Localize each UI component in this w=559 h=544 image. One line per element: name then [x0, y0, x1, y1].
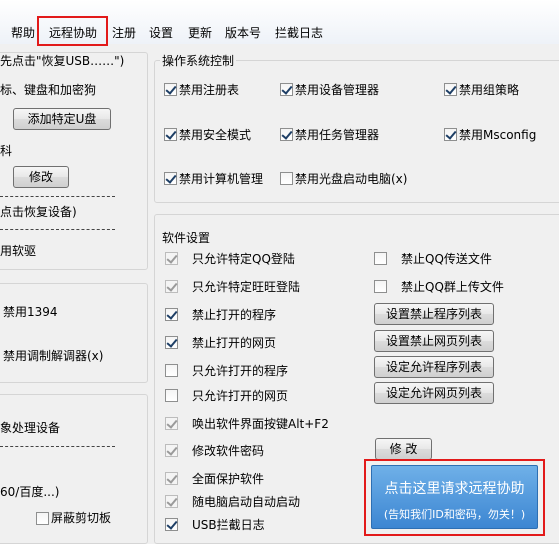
disable-device-manager-checkbox[interactable]: [280, 83, 293, 96]
set-allow-pages-button[interactable]: 设定允许网页列表: [374, 382, 494, 404]
allow-programs-label: 只允许打开的程序: [192, 364, 289, 378]
allow-programs-checkbox[interactable]: [165, 364, 178, 377]
disable-safe-mode-checkbox[interactable]: [164, 128, 177, 141]
soft-drive-text: 用软驱: [0, 244, 37, 258]
os-control-title: 操作系统控制: [160, 52, 237, 69]
block-qq-group-upload-checkbox[interactable]: [374, 280, 387, 293]
block-qq-file-transfer-label: 禁止QQ传送文件: [401, 252, 492, 266]
menu-version[interactable]: 版本号: [224, 24, 262, 42]
menu-register[interactable]: 注册: [111, 24, 137, 42]
autostart-label: 随电脑启动自动启动: [192, 495, 301, 509]
remote-help-title: 点击这里请求远程协助: [384, 481, 525, 497]
disable-registry-checkbox[interactable]: [164, 83, 177, 96]
disable-group-policy-checkbox[interactable]: [444, 83, 457, 96]
disable-task-manager-checkbox[interactable]: [280, 128, 293, 141]
allow-specific-wangwang-checkbox[interactable]: [165, 280, 178, 293]
change-password-checkbox[interactable]: [165, 444, 178, 457]
disable-modem-text: 禁用调制解调器(x): [3, 349, 104, 363]
menu-bar: 帮助 远程协助 注册 设置 更新 版本号 拦截日志: [0, 0, 559, 46]
usb-mouse-keyboard-text: 标、键盘和加密狗: [0, 83, 97, 97]
disable-cd-boot-label: 禁用光盘启动电脑(x): [295, 172, 408, 186]
set-block-pages-button[interactable]: 设置禁止网页列表: [374, 330, 494, 352]
disable-group-policy-label: 禁用组策略: [459, 83, 520, 97]
disable-msconfig-label: 禁用Msconfig: [459, 128, 537, 142]
full-protection-label: 全面保护软件: [192, 472, 265, 486]
block-webpages-checkbox[interactable]: [165, 336, 178, 349]
usb-block-log-checkbox[interactable]: [165, 518, 178, 531]
hotkey-label: 唤出软件界面按键Alt+F2: [192, 417, 329, 431]
menu-block-log[interactable]: 拦截日志: [274, 24, 324, 42]
allow-specific-qq-label: 只允许特定QQ登陆: [192, 252, 295, 266]
separator: [0, 229, 115, 230]
menu-settings[interactable]: 设置: [148, 24, 174, 42]
restore-device-text: 点击恢复设备): [0, 205, 77, 219]
separator: [0, 196, 115, 197]
remote-assist-highlight: [37, 16, 108, 46]
allow-webpages-label: 只允许打开的网页: [192, 389, 289, 403]
block-programs-checkbox[interactable]: [165, 308, 178, 321]
disable-registry-label: 禁用注册表: [179, 83, 240, 97]
set-allow-programs-button[interactable]: 设定允许程序列表: [374, 356, 494, 378]
allow-specific-qq-checkbox[interactable]: [165, 252, 178, 265]
allow-webpages-checkbox[interactable]: [165, 389, 178, 402]
block-programs-label: 禁止打开的程序: [192, 308, 277, 322]
device-panel: [0, 283, 148, 383]
allow-specific-wangwang-label: 只允许特定旺旺登陆: [192, 280, 301, 294]
usb-block-log-label: USB拦截日志: [192, 518, 265, 532]
separator: [0, 446, 115, 447]
menu-help[interactable]: 帮助: [10, 24, 36, 42]
disable-device-manager-label: 禁用设备管理器: [295, 83, 380, 97]
usb-hint-text: 先点击"恢复USB……"): [0, 54, 125, 68]
block-webpages-label: 禁止打开的网页: [192, 336, 277, 350]
material-text: 科: [0, 144, 13, 158]
block-qq-file-transfer-checkbox[interactable]: [374, 252, 387, 265]
disable-1394-text: 禁用1394: [3, 305, 58, 319]
disable-computer-management-checkbox[interactable]: [164, 172, 177, 185]
hotkey-checkbox[interactable]: [165, 417, 178, 430]
block-clipboard-label: 屏蔽剪切板: [51, 511, 112, 525]
software-settings-title: 软件设置: [160, 229, 213, 246]
disable-task-manager-label: 禁用任务管理器: [295, 128, 380, 142]
block-clipboard-checkbox[interactable]: [36, 512, 49, 525]
menu-update[interactable]: 更新: [187, 24, 213, 42]
image-device-text: 象处理设备: [0, 421, 61, 435]
disable-cd-boot-checkbox[interactable]: [280, 172, 293, 185]
modify-password-button[interactable]: 修 改: [375, 438, 432, 460]
remote-help-button[interactable]: 点击这里请求远程协助 (告知我们ID和密码，勿关！): [371, 465, 538, 529]
left-modify-button[interactable]: 修改: [13, 166, 69, 188]
disable-safe-mode-label: 禁用安全模式: [179, 128, 252, 142]
autostart-checkbox[interactable]: [165, 495, 178, 508]
baidu-text: 60/百度...): [0, 485, 60, 499]
remote-help-highlight: 点击这里请求远程协助 (告知我们ID和密码，勿关！): [364, 459, 545, 536]
set-block-programs-button[interactable]: 设置禁止程序列表: [374, 303, 494, 325]
block-qq-group-upload-label: 禁止QQ群上传文件: [401, 280, 504, 294]
remote-help-subtitle: (告知我们ID和密码，勿关！): [383, 508, 526, 521]
add-usb-button[interactable]: 添加特定U盘: [13, 108, 111, 130]
disable-computer-management-label: 禁用计算机管理: [179, 172, 264, 186]
change-password-label: 修改软件密码: [192, 444, 265, 458]
disable-msconfig-checkbox[interactable]: [444, 128, 457, 141]
full-protection-checkbox[interactable]: [165, 472, 178, 485]
